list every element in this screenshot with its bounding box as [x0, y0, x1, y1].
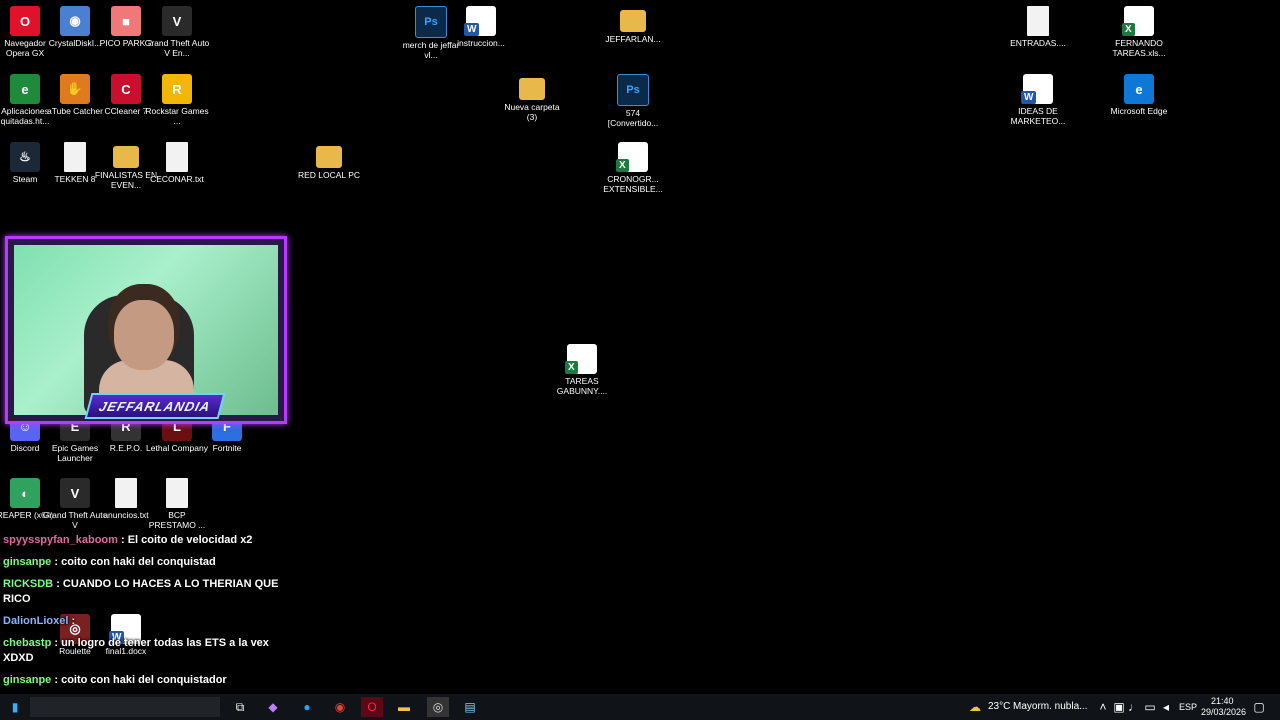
- desktop-icon-fernando-tareas[interactable]: FERNANDO TAREAS.xls...: [1106, 6, 1172, 58]
- taskbar-search-box[interactable]: [30, 697, 220, 717]
- desktop-icon-gta-v-enhanced[interactable]: V Grand Theft Auto V En...: [144, 6, 210, 58]
- weather-description[interactable]: Mayorm. nubla...: [1013, 701, 1087, 712]
- desktop-icon-jeffarlandia-zip[interactable]: JEFFARLAN...: [600, 6, 666, 44]
- weather-icon[interactable]: ☁: [964, 697, 986, 717]
- desktop-icon-label: Microsoft Edge: [1110, 106, 1168, 116]
- chat-text: :: [71, 615, 76, 627]
- chat-message: ginsanpe : coito con haki del conquistad: [3, 555, 293, 570]
- volume-icon[interactable]: ◂: [1155, 697, 1177, 717]
- tekken-file-icon: [64, 142, 86, 172]
- edge-icon: e: [1124, 74, 1154, 104]
- chat-username: spyysspyfan_kaboom: [3, 534, 118, 546]
- desktop-icon-ideas-marketeo[interactable]: IDEAS DE MARKETEO...: [1005, 74, 1071, 126]
- reaper-icon: ◐: [10, 478, 40, 508]
- chat-username: ginsanpe: [3, 674, 52, 686]
- desktop-icon-entradas[interactable]: ENTRADAS....: [1005, 6, 1071, 48]
- edge-taskbar-icon[interactable]: ●: [296, 697, 318, 717]
- desktop-icon-ceconar[interactable]: CECONAR.txt: [144, 142, 210, 184]
- clock-date[interactable]: 29/03/2026: [1201, 707, 1246, 717]
- crystaldisk-icon: ◉: [60, 6, 90, 36]
- atube-catcher-icon: ✋: [60, 74, 90, 104]
- photoshop-file-icon: Ps: [415, 6, 447, 38]
- ccleaner-icon: C: [111, 74, 141, 104]
- zip-folder-icon: [620, 10, 646, 32]
- desktop-icon-label: Rockstar Games ...: [145, 106, 209, 126]
- chat-message: ginsanpe : coito con haki del conquistad…: [3, 673, 293, 688]
- photoshop-file-icon: Ps: [617, 74, 649, 106]
- desktop-icon-label: CECONAR.txt: [150, 174, 204, 184]
- desktop-icon-label: RED LOCAL PC: [297, 170, 361, 180]
- desktop-icon-label: IDEAS DE MARKETEO...: [1010, 106, 1066, 126]
- excel-file-icon: [1122, 6, 1154, 36]
- steam-icon: ♨: [10, 142, 40, 172]
- text-file-icon: [166, 478, 188, 508]
- webcam-brand-banner: JEFFARLANDIA: [84, 393, 226, 419]
- chat-message: RICKSDB : CUANDO LO HACES A LO THERIAN Q…: [3, 577, 293, 607]
- text-file-icon: [1027, 6, 1049, 36]
- chat-message: DalionLioxel :: [3, 614, 293, 629]
- desktop-icon-label: instruccion...: [457, 38, 505, 48]
- desktop-icon-label: Fortnite: [212, 443, 242, 453]
- word-file-icon: [1021, 74, 1053, 104]
- excel-file-icon: [565, 344, 597, 374]
- chat-username: RICKSDB: [3, 578, 54, 590]
- notifications-icon[interactable]: ▢: [1248, 697, 1270, 717]
- desktop-icon-label: BCP PRESTAMO ...: [148, 510, 206, 530]
- text-file-icon: [115, 478, 137, 508]
- webcam-feed: [14, 245, 278, 415]
- taskbar: ▮ ⧉ ◆ ● ◉ O ▬ ◎ ▤ ☁ 23°C Mayorm. nubla..…: [0, 694, 1280, 720]
- chrome-taskbar-icon[interactable]: ◉: [329, 697, 351, 717]
- desktop-icon-label: Grand Theft Auto V En...: [144, 38, 210, 58]
- start-icon[interactable]: ▮: [4, 697, 26, 717]
- desktop-icon-cronograma[interactable]: CRONOGR... EXTENSIBLE...: [600, 142, 666, 194]
- opera-gx-taskbar-icon[interactable]: O: [361, 697, 383, 717]
- desktop-icon-label: JEFFARLAN...: [605, 34, 661, 44]
- gta-v-icon: V: [60, 478, 90, 508]
- text-file-icon: [166, 142, 188, 172]
- rockstar-icon: R: [162, 74, 192, 104]
- word-file-icon: [464, 6, 496, 36]
- weather-temperature[interactable]: 23°C: [988, 701, 1010, 712]
- webcam-overlay: JEFFARLANDIA: [5, 236, 287, 424]
- desktop-icon-574-convertido[interactable]: Ps 574 [Convertido...: [600, 74, 666, 128]
- desktop-icon-label: 574 [Convertido...: [607, 108, 659, 128]
- desktop-icon-label: TAREAS GABUNNY....: [556, 376, 608, 396]
- chat-message: chebastp : un logro de tener todas las E…: [3, 636, 293, 666]
- stream-chat-overlay: spyysspyfan_kaboom : El coito de velocid…: [3, 533, 293, 709]
- zip-folder-icon: [113, 146, 139, 168]
- gta-v-icon: V: [162, 6, 192, 36]
- desktop-icon-label: Nueva carpeta (3): [504, 102, 560, 122]
- obs-taskbar-icon[interactable]: ◎: [427, 697, 449, 717]
- chat-message: spyysspyfan_kaboom : El coito de velocid…: [3, 533, 293, 548]
- language-indicator[interactable]: ESP: [1179, 702, 1197, 712]
- desktop-icon-nueva-carpeta[interactable]: Nueva carpeta (3): [499, 74, 565, 122]
- desktop-icon-label: ENTRADAS....: [1010, 38, 1066, 48]
- excel-file-icon: [616, 142, 648, 172]
- desktop-icon-rockstar-games[interactable]: R Rockstar Games ...: [144, 74, 210, 126]
- copilot-icon[interactable]: ◆: [262, 697, 284, 717]
- desktop-icon-instrucciones[interactable]: instruccion...: [448, 6, 514, 48]
- chat-username: ginsanpe: [3, 556, 52, 568]
- chat-text: : coito con haki del conquistad: [54, 556, 216, 568]
- desktop-icon-red-local-pc[interactable]: RED LOCAL PC: [296, 142, 362, 180]
- desktop-icon-tareas-gabunny[interactable]: TAREAS GABUNNY....: [549, 344, 615, 396]
- desktop-icon-microsoft-edge[interactable]: e Microsoft Edge: [1106, 74, 1172, 116]
- desktop-icon-label: CRONOGR... EXTENSIBLE...: [603, 174, 663, 194]
- clock-time[interactable]: 21:40: [1211, 696, 1234, 706]
- zip-folder-icon: [316, 146, 342, 168]
- streamer-head: [114, 300, 174, 370]
- desktop-icon-label: FERNANDO TAREAS.xls...: [1112, 38, 1166, 58]
- opera-gx-icon: O: [10, 6, 40, 36]
- html-file-icon: e: [10, 74, 40, 104]
- pico-park-icon: ■: [111, 6, 141, 36]
- chat-username: DalionLioxel: [3, 615, 69, 627]
- chat-text: : coito con haki del conquistador: [54, 674, 227, 686]
- folder-icon: [519, 78, 545, 100]
- chat-text: : El coito de velocidad x2: [121, 534, 253, 546]
- notepad-taskbar-icon[interactable]: ▤: [459, 697, 481, 717]
- file-explorer-icon[interactable]: ▬: [393, 697, 415, 717]
- task-view-icon[interactable]: ⧉: [229, 697, 251, 717]
- chat-username: chebastp: [3, 637, 52, 649]
- desktop-icon-bcp-prestamo[interactable]: BCP PRESTAMO ...: [144, 478, 210, 530]
